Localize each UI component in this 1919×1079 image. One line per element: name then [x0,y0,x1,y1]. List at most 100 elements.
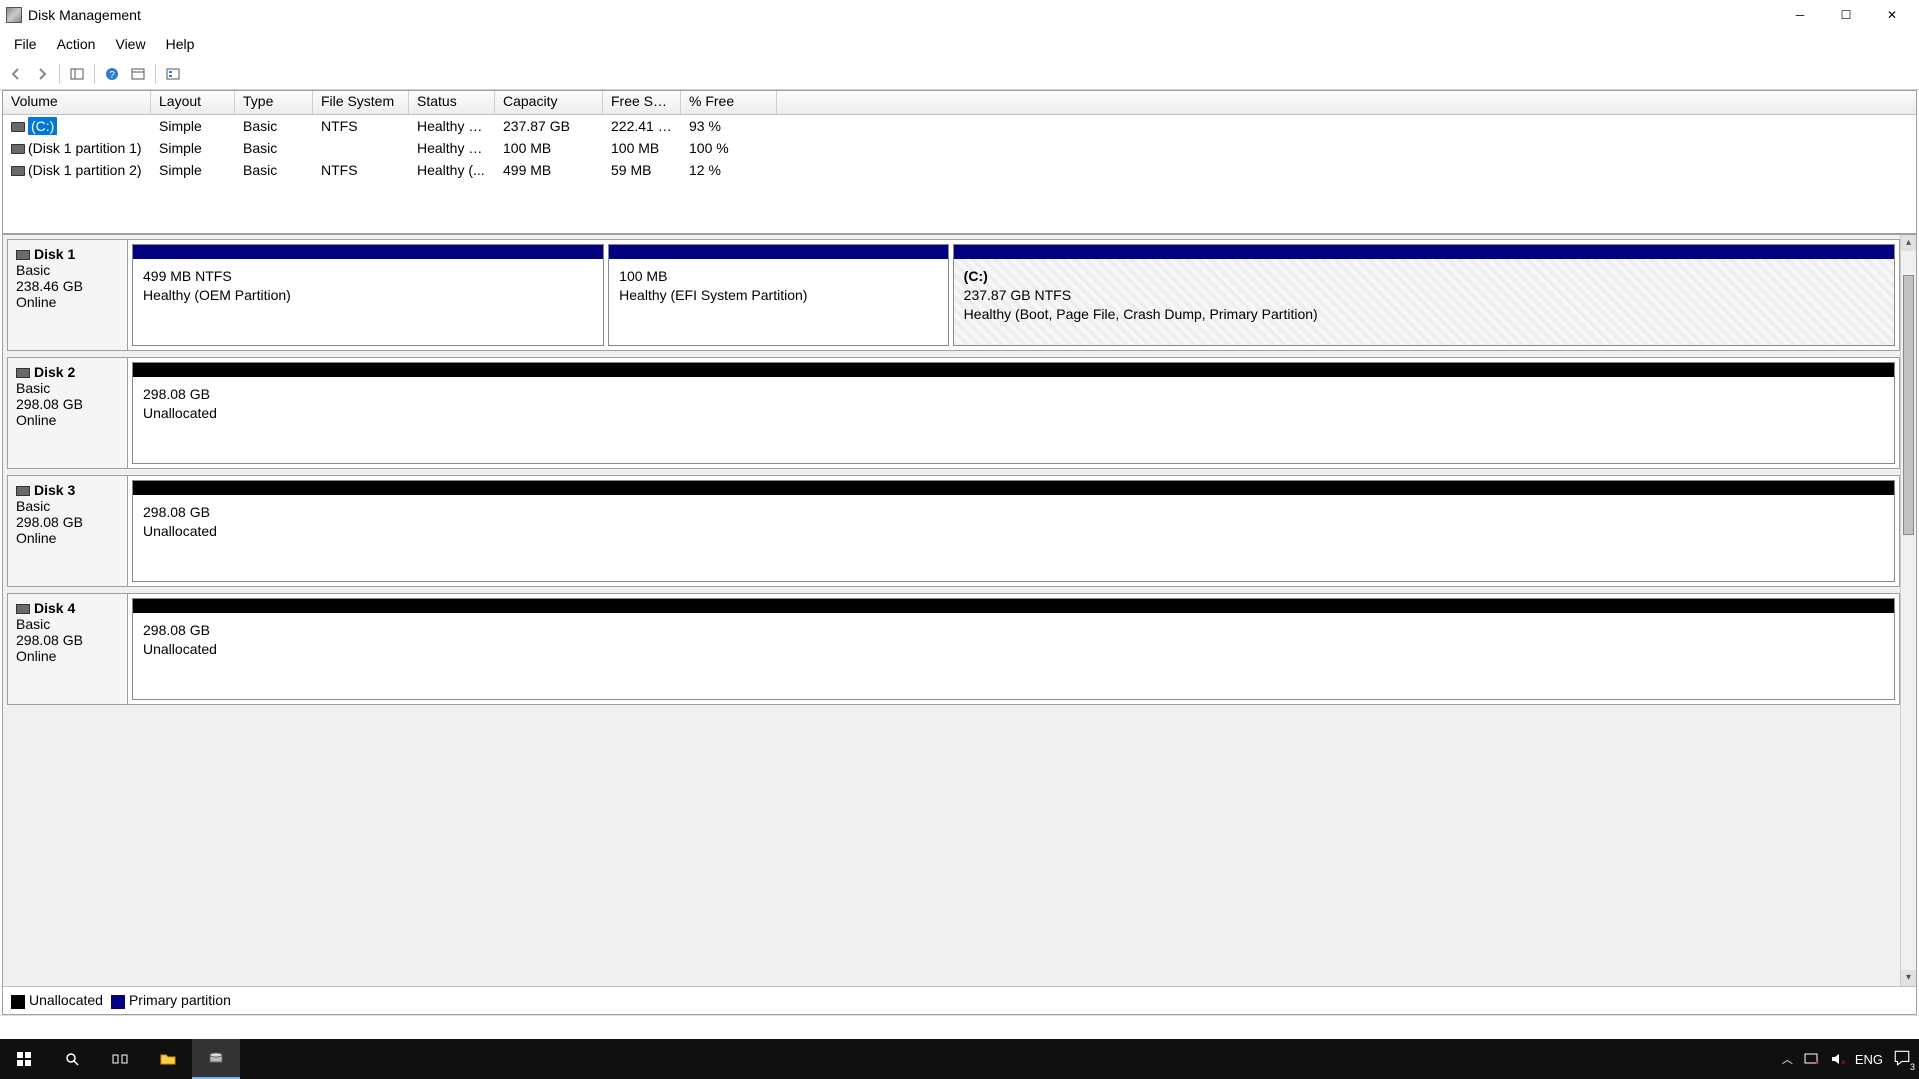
disk-icon [16,486,30,496]
volume-list[interactable]: Volume Layout Type File System Status Ca… [3,91,1916,235]
legend-bar: Unallocated Primary partition [3,986,1916,1014]
minimize-button[interactable]: ─ [1777,0,1823,30]
disk-partitions: 298.08 GBUnallocated [128,594,1899,704]
partition-status: Healthy (OEM Partition) [143,287,291,303]
partition-header-stripe [609,245,948,259]
col-layout[interactable]: Layout [151,91,235,114]
partition-label: (C:) [964,268,988,284]
partition[interactable]: 298.08 GBUnallocated [132,480,1895,582]
volume-icon [11,166,25,176]
maximize-button[interactable]: ☐ [1823,0,1869,30]
disk-label[interactable]: Disk 4Basic298.08 GBOnline [8,594,128,704]
partition-status: Healthy (Boot, Page File, Crash Dump, Pr… [964,306,1318,322]
partition-size: 298.08 GB [143,504,210,520]
svg-text:×: × [1815,1058,1819,1067]
taskbar: ︿ × × ENG 3 [0,1039,1919,1079]
volume-cell-fs: NTFS [313,160,409,180]
language-indicator[interactable]: ENG [1855,1052,1883,1067]
volume-cell-name: (Disk 1 partition 1) [3,138,151,158]
disk-status: Online [16,412,119,428]
col-pct[interactable]: % Free [681,91,777,114]
col-status[interactable]: Status [409,91,495,114]
col-fs[interactable]: File System [313,91,409,114]
partition-body: 499 MB NTFSHealthy (OEM Partition) [133,259,603,345]
action-list-button[interactable] [126,62,150,86]
volume-cell-capacity: 100 MB [495,138,603,158]
partition-header-stripe [133,363,1894,377]
partition-body: 298.08 GBUnallocated [133,495,1894,581]
menu-help[interactable]: Help [156,32,205,56]
show-hide-console-tree-button[interactable] [65,62,89,86]
partition-status: Healthy (EFI System Partition) [619,287,807,303]
disk-graphical-view[interactable]: Disk 1Basic238.46 GBOnline499 MB NTFSHea… [3,235,1916,986]
close-button[interactable]: ✕ [1869,0,1915,30]
settings-button[interactable] [161,62,185,86]
partition-status: Unallocated [143,405,217,421]
disk-icon [16,250,30,260]
network-icon[interactable]: × [1803,1051,1819,1067]
disk-label[interactable]: Disk 1Basic238.46 GBOnline [8,240,128,350]
partition-size: 298.08 GB [143,386,210,402]
volume-icon[interactable]: × [1829,1051,1845,1067]
col-volume[interactable]: Volume [3,91,151,114]
partition-header-stripe [954,245,1894,259]
volume-cell-type: Basic [235,138,313,158]
disk-size: 238.46 GB [16,278,119,294]
disk-label[interactable]: Disk 3Basic298.08 GBOnline [8,476,128,586]
start-button[interactable] [0,1039,48,1079]
scroll-thumb[interactable] [1903,275,1914,535]
col-capacity[interactable]: Capacity [495,91,603,114]
menu-view[interactable]: View [105,32,155,56]
partition[interactable]: (C:)237.87 GB NTFSHealthy (Boot, Page Fi… [953,244,1895,346]
volume-row[interactable]: (C:)SimpleBasicNTFSHealthy (B...237.87 G… [3,115,1916,137]
volume-cell-fs: NTFS [313,116,409,136]
partition-body: 298.08 GB Unallocated [133,377,1894,463]
volume-cell-type: Basic [235,160,313,180]
menu-file[interactable]: File [4,32,47,56]
volume-cell-status: Healthy (... [409,160,495,180]
volume-cell-layout: Simple [151,160,235,180]
col-type[interactable]: Type [235,91,313,114]
disk-type: Basic [16,262,119,278]
scroll-up-button[interactable]: ▴ [1901,235,1916,251]
volume-cell-free: 59 MB [603,160,681,180]
help-button[interactable]: ? [100,62,124,86]
menu-action[interactable]: Action [47,32,106,56]
toolbar: ? [0,58,1919,90]
disk-icon [16,604,30,614]
partition[interactable]: 298.08 GB Unallocated [132,362,1895,464]
forward-button[interactable] [30,62,54,86]
volume-cell-capacity: 237.87 GB [495,116,603,136]
legend-unallocated: Unallocated [29,992,103,1008]
volume-row[interactable]: (Disk 1 partition 2)SimpleBasicNTFSHealt… [3,159,1916,181]
legend-primary: Primary partition [129,992,231,1008]
disk-label[interactable]: Disk 2Basic298.08 GBOnline [8,358,128,468]
disk-name: Disk 4 [34,600,75,616]
disk-name: Disk 1 [34,246,75,262]
partition[interactable]: 298.08 GBUnallocated [132,598,1895,700]
notification-count: 3 [1910,1062,1915,1072]
partition-header-stripe [133,599,1894,613]
tray-chevron-icon[interactable]: ︿ [1782,1051,1793,1067]
volume-cell-capacity: 499 MB [495,160,603,180]
file-explorer-button[interactable] [144,1039,192,1079]
search-button[interactable] [48,1039,96,1079]
back-button[interactable] [4,62,28,86]
unallocated-swatch-icon [11,995,25,1009]
volume-row[interactable]: (Disk 1 partition 1)SimpleBasicHealthy (… [3,137,1916,159]
partition[interactable]: 499 MB NTFSHealthy (OEM Partition) [132,244,604,346]
toolbar-separator [155,64,156,84]
partition-body: (C:)237.87 GB NTFSHealthy (Boot, Page Fi… [954,259,1894,345]
notification-center-button[interactable]: 3 [1893,1049,1911,1070]
volume-cell-type: Basic [235,116,313,136]
toolbar-separator [94,64,95,84]
col-free[interactable]: Free Sp... [603,91,681,114]
task-view-button[interactable] [96,1039,144,1079]
titlebar: Disk Management ─ ☐ ✕ [0,0,1919,30]
disk-management-taskbar-button[interactable] [192,1039,240,1079]
disk-row: Disk 1Basic238.46 GBOnline499 MB NTFSHea… [7,239,1900,351]
partition[interactable]: 100 MBHealthy (EFI System Partition) [608,244,949,346]
scroll-down-button[interactable]: ▾ [1901,970,1916,986]
disk-icon [16,368,30,378]
scrollbar-vertical[interactable]: ▴ ▾ [1900,235,1916,986]
